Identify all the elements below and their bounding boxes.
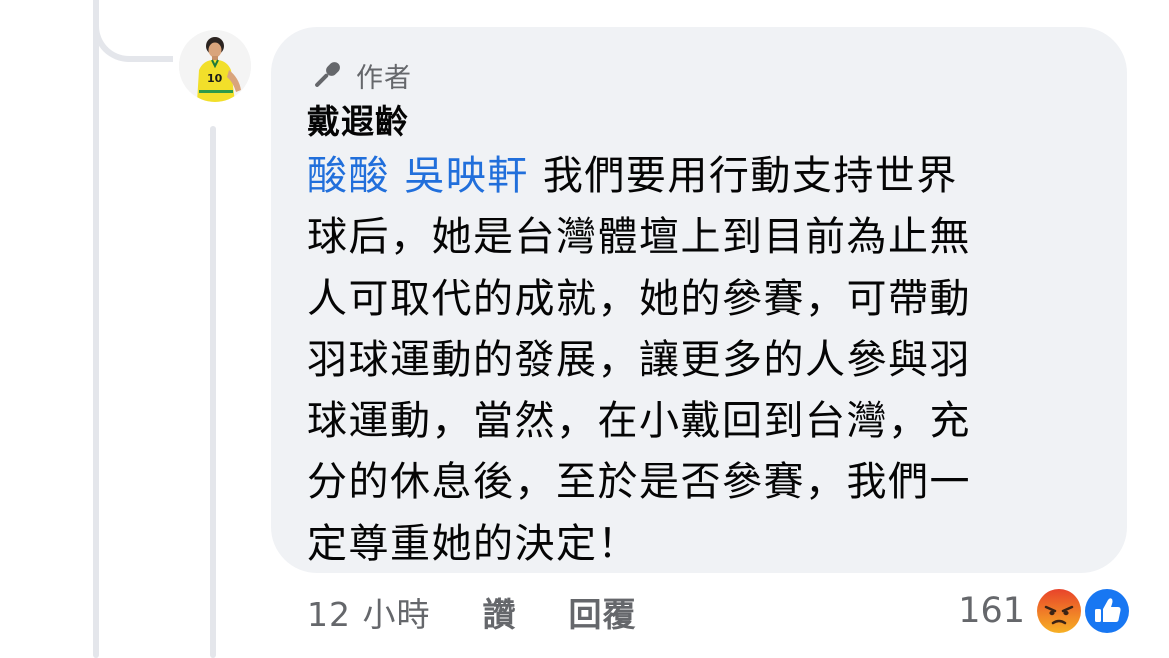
avatar-photo: 10 — [179, 30, 251, 102]
mention-link[interactable]: 吳映軒 — [404, 153, 529, 199]
comment-line: 人可取代的成就，她的參賽，可帶動 — [307, 275, 971, 322]
author-badge-label: 作者 — [356, 62, 412, 94]
comment-actions: 12 小時 讚 回覆 — [307, 588, 636, 636]
comment-line: 球后，她是台灣體壇上到目前為止無 — [307, 214, 971, 261]
comment-line: 羽球運動的發展，讓更多的人參與羽 — [307, 336, 971, 383]
microphone-icon — [308, 56, 346, 94]
mention-link[interactable]: 酸酸 — [307, 153, 390, 199]
reply-button[interactable]: 回覆 — [568, 588, 636, 636]
reaction-summary[interactable]: 161 — [958, 585, 1133, 637]
jersey-number: 10 — [207, 72, 223, 85]
thread-connector-line — [93, 0, 99, 658]
comment-line-text: 我們要用行動支持世界 — [528, 153, 958, 199]
author-badge: 作者 — [308, 56, 412, 94]
reaction-icons — [1033, 585, 1133, 637]
comment-line: 分的休息後，至於是否參賽，我們一 — [307, 459, 971, 506]
comment-line: 定尊重她的決定！ — [307, 520, 639, 567]
comment-line: 球運動，當然，在小戴回到台灣，充 — [307, 398, 971, 445]
thread-connector-curve — [93, 0, 173, 62]
comment-line: 酸酸 吳映軒 我們要用行動支持世界 — [307, 146, 1097, 207]
comment-text: 酸酸 吳映軒 我們要用行動支持世界 球后，她是台灣體壇上到目前為止無 人可取代的… — [307, 146, 1097, 575]
avatar[interactable]: 10 — [179, 30, 251, 102]
angry-reaction-icon — [1033, 585, 1085, 637]
comment-thread: 10 作者 戴遐齡 酸酸 吳映軒 我們要用行動支持世界 球后，她是台灣體壇上到目… — [0, 0, 1169, 658]
like-reaction-icon — [1081, 585, 1133, 637]
like-button[interactable]: 讚 — [482, 588, 516, 636]
reply-connector-line — [210, 126, 216, 658]
comment-author-name[interactable]: 戴遐齡 — [307, 98, 409, 146]
reaction-count: 161 — [958, 591, 1025, 631]
comment-timestamp[interactable]: 12 小時 — [307, 588, 430, 636]
